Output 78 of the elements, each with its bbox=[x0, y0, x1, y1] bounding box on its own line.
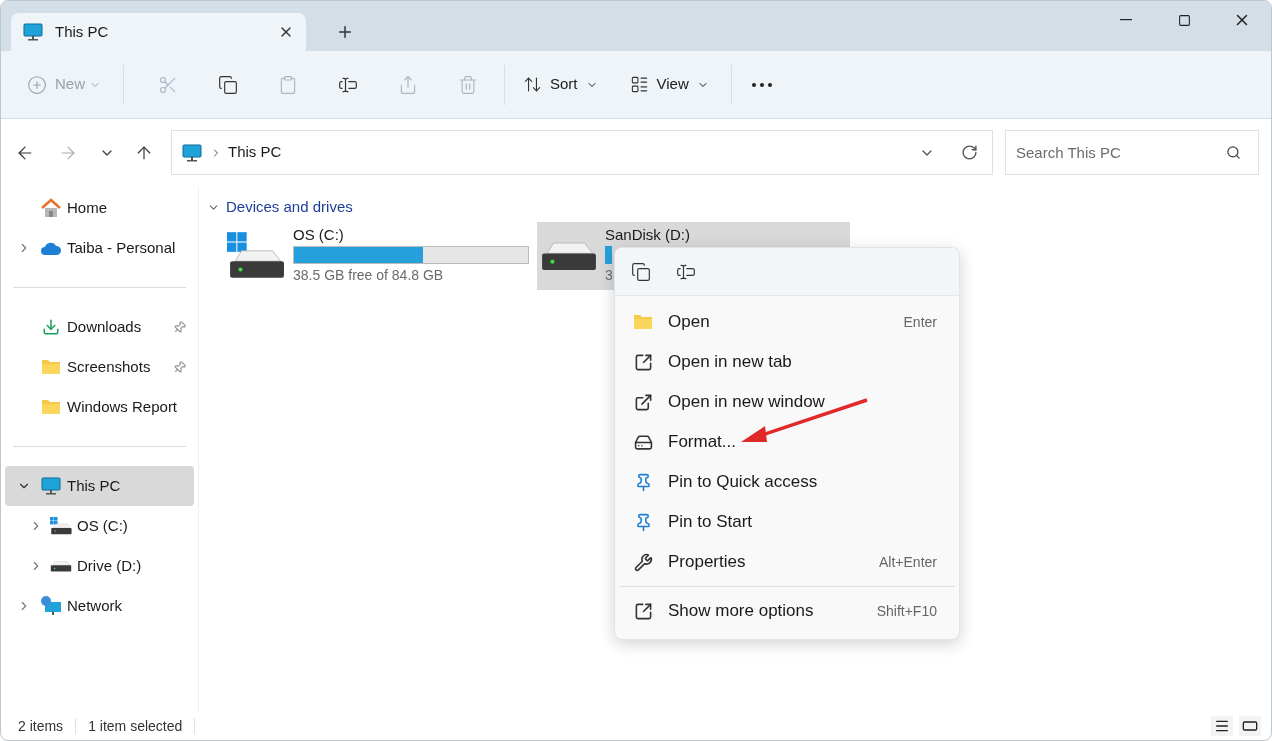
folder-icon bbox=[633, 313, 653, 331]
monitor-icon bbox=[182, 142, 202, 163]
format-drive-icon bbox=[633, 432, 653, 452]
view-button[interactable]: View bbox=[617, 64, 721, 105]
monitor-icon bbox=[41, 476, 61, 496]
details-view-button[interactable] bbox=[1211, 716, 1233, 736]
sidebar-label: Windows Report bbox=[67, 396, 178, 417]
more-options-icon bbox=[633, 601, 653, 621]
menu-item[interactable]: Properties Alt+Enter bbox=[615, 542, 959, 582]
view-icon bbox=[629, 75, 649, 94]
tiles-view-icon bbox=[1242, 718, 1258, 734]
tab-title: This PC bbox=[55, 21, 109, 42]
sidebar-item[interactable]: OS (C:) bbox=[5, 506, 194, 546]
search-icon bbox=[1226, 145, 1241, 160]
sidebar-label: Home bbox=[67, 197, 107, 218]
drive-name: OS (C:) bbox=[293, 226, 345, 243]
copy-icon[interactable] bbox=[631, 261, 651, 282]
new-window-icon bbox=[633, 392, 653, 412]
sidebar-label: Screenshots bbox=[67, 356, 151, 377]
system-drive-icon bbox=[227, 232, 285, 280]
new-tab-icon[interactable] bbox=[336, 23, 354, 41]
minimize-icon bbox=[1120, 19, 1132, 21]
download-icon bbox=[42, 318, 60, 336]
search-field[interactable]: Search This PC bbox=[1005, 130, 1259, 175]
sidebar-label: Drive (D:) bbox=[77, 555, 142, 576]
item-count: 2 items bbox=[18, 716, 64, 736]
sidebar-label: OS (C:) bbox=[77, 515, 128, 536]
sidebar-item[interactable]: Windows Report bbox=[5, 387, 194, 427]
breadcrumb[interactable]: This PC bbox=[228, 141, 282, 164]
sidebar-item[interactable]: Network bbox=[5, 586, 194, 626]
folder-icon bbox=[41, 398, 61, 416]
maximize-icon bbox=[1177, 13, 1191, 27]
menu-item[interactable]: Show more options Shift+F10 bbox=[619, 589, 955, 633]
sort-icon bbox=[523, 75, 542, 94]
usage-bar bbox=[605, 245, 612, 264]
tiles-view-button[interactable] bbox=[1239, 716, 1261, 736]
drive-tile[interactable]: OS (C:) 38.5 GB free of 84.8 GB bbox=[223, 222, 531, 290]
network-icon bbox=[40, 595, 62, 617]
monitor-icon bbox=[23, 22, 43, 42]
drive-icon bbox=[50, 560, 72, 572]
wrench-icon bbox=[633, 552, 653, 572]
shortcut-label: Enter bbox=[903, 312, 937, 332]
new-tab-icon bbox=[633, 352, 653, 372]
group-header[interactable]: Devices and drives bbox=[226, 195, 353, 219]
sidebar-label: Taiba - Personal bbox=[67, 237, 176, 258]
tab[interactable]: This PC bbox=[11, 13, 306, 51]
details-view-icon bbox=[1214, 718, 1230, 734]
selection-status: 1 item selected bbox=[88, 716, 183, 736]
sort-button[interactable]: Sort bbox=[511, 64, 610, 105]
drive-icon bbox=[541, 241, 597, 271]
cloud-icon bbox=[40, 240, 62, 256]
sidebar-item[interactable]: Screenshots bbox=[5, 347, 194, 387]
system-drive-icon bbox=[50, 517, 72, 535]
menu-item[interactable]: Open in new window bbox=[615, 382, 959, 422]
shortcut-label: Alt+Enter bbox=[879, 552, 937, 572]
sidebar-label: Downloads bbox=[67, 316, 142, 337]
menu-item[interactable]: Open in new tab bbox=[615, 342, 959, 382]
drive-free-space: 3 bbox=[605, 265, 613, 285]
menu-item[interactable]: Open Enter bbox=[615, 302, 959, 342]
sidebar-item[interactable]: Taiba - Personal bbox=[5, 228, 194, 268]
drive-free-space: 38.5 GB free of 84.8 GB bbox=[293, 265, 444, 285]
sidebar-item[interactable]: Home bbox=[5, 188, 194, 228]
ellipsis-icon bbox=[751, 82, 772, 87]
sidebar-item[interactable]: Downloads bbox=[5, 307, 194, 347]
sidebar-item[interactable]: Drive (D:) bbox=[5, 546, 194, 586]
sidebar-label: Network bbox=[67, 595, 122, 616]
drive-name: SanDisk (D:) bbox=[605, 226, 690, 243]
home-icon bbox=[40, 198, 62, 218]
plus-icon bbox=[27, 74, 47, 95]
menu-item[interactable]: Format... bbox=[615, 422, 959, 462]
address-bar[interactable]: This PC bbox=[171, 130, 993, 175]
menu-item[interactable]: Pin to Start bbox=[615, 502, 959, 542]
sidebar-label: This PC bbox=[67, 475, 121, 496]
folder-icon bbox=[41, 358, 61, 376]
menu-item[interactable]: Pin to Quick access bbox=[615, 462, 959, 502]
refresh-icon[interactable] bbox=[961, 144, 978, 161]
sidebar-item[interactable]: This PC bbox=[5, 466, 194, 506]
shortcut-label: Shift+F10 bbox=[876, 601, 937, 621]
